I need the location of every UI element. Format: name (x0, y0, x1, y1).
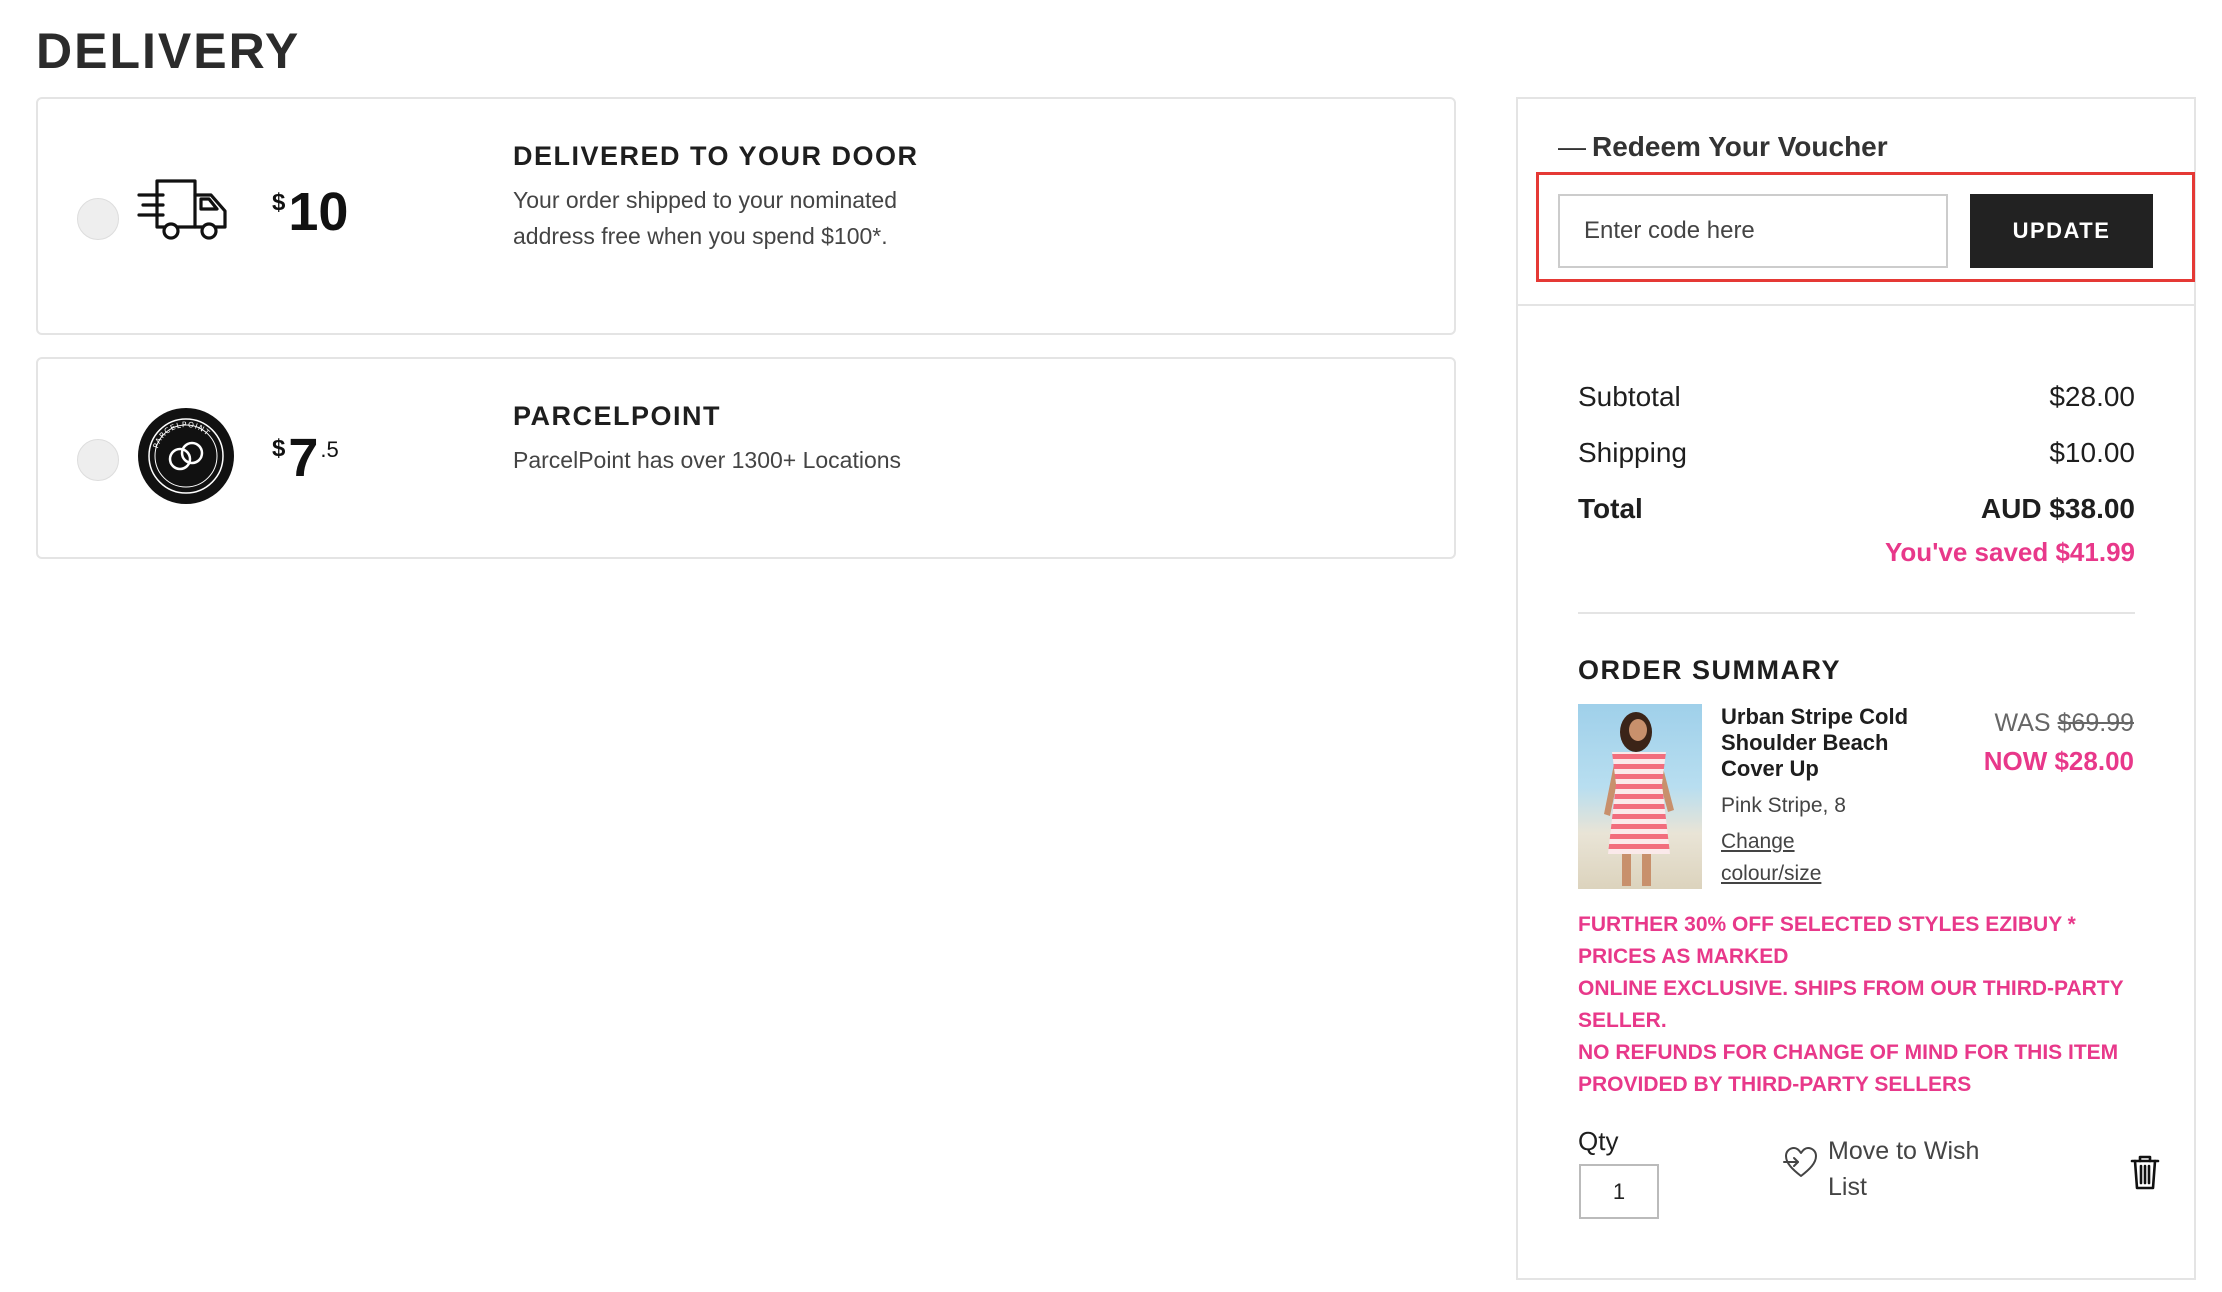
price-amount: 7 (288, 428, 319, 488)
qty-input[interactable] (1579, 1164, 1659, 1219)
delivery-option-door-radio[interactable] (77, 198, 119, 240)
delivery-option-title: PARCELPOINT (513, 401, 722, 431)
promo-messages: FURTHER 30% OFF SELECTED STYLES EZIBUY *… (1578, 909, 2138, 1101)
shipping-row: Shipping $10.00 (1578, 425, 2135, 481)
delivery-option-door-price: $10 (272, 185, 348, 239)
subtotal-value: $28.00 (2049, 381, 2135, 412)
order-sidebar: —Redeem Your Voucher UPDATE Subtotal $28… (1516, 97, 2196, 1280)
price-amount: 10 (288, 182, 349, 242)
qty-label: Qty (1578, 1126, 1619, 1156)
savings-text: You've saved $41.99 (1885, 537, 2135, 567)
was-label: WAS (1994, 709, 2051, 737)
delivery-option-parcelpoint-text: PARCELPOINT ParcelPoint has over 1300+ L… (513, 401, 933, 478)
delivery-option-parcelpoint-radio[interactable] (77, 439, 119, 481)
move-to-wishlist-button[interactable]: Move to Wish List (1782, 1133, 2003, 1205)
subtotal-label: Subtotal (1578, 381, 1681, 412)
delivery-truck-icon (137, 177, 229, 246)
total-row: Total AUD $38.00 (1578, 481, 2135, 537)
product-thumbnail[interactable] (1578, 704, 1702, 889)
promo-line: NO REFUNDS FOR CHANGE OF MIND FOR THIS I… (1578, 1041, 2119, 1096)
page-title: DELIVERY (36, 23, 301, 79)
divider (1518, 304, 2194, 306)
now-price: NOW $28.00 (1983, 746, 2134, 776)
delivery-option-parcelpoint[interactable]: PARCELPOINT $7.5 PARCELPOINT ParcelPoint… (36, 357, 1456, 559)
order-totals: Subtotal $28.00 Shipping $10.00 Total AU… (1578, 369, 2135, 568)
collapse-dash-icon: — (1558, 131, 1586, 162)
subtotal-row: Subtotal $28.00 (1578, 369, 2135, 425)
total-value: AUD $38.00 (1980, 493, 2135, 524)
heart-arrow-icon (1782, 1145, 1820, 1184)
promo-line: ONLINE EXCLUSIVE. SHIPS FROM OUR THIRD-P… (1578, 977, 2124, 1032)
checkout-page: DELIVERY $10 DELIVERED TO YOUR DOOR Your… (0, 0, 2222, 1292)
delivery-option-parcelpoint-price: $7.5 (272, 431, 339, 485)
voucher-heading[interactable]: — Redeem Your Voucher (1558, 131, 1888, 163)
order-summary-title: ORDER SUMMARY (1578, 655, 1842, 685)
currency-symbol: $ (272, 189, 286, 216)
currency-symbol: $ (272, 435, 286, 462)
delivery-option-title: DELIVERED TO YOUR DOOR (513, 141, 919, 171)
move-to-wishlist-label: Move to Wish List (1828, 1137, 1980, 1201)
parcelpoint-logo-icon: PARCELPOINT (137, 407, 235, 510)
was-price-value: $69.99 (2057, 709, 2134, 737)
was-price: WAS $69.99 (1995, 709, 2134, 738)
voucher-heading-label: Redeem Your Voucher (1592, 131, 1888, 162)
shipping-value: $10.00 (2049, 437, 2135, 468)
update-voucher-button[interactable]: UPDATE (1970, 194, 2153, 268)
delivery-option-description: Your order shipped to your nominated add… (513, 187, 898, 249)
delivery-option-door[interactable]: $10 DELIVERED TO YOUR DOOR Your order sh… (36, 97, 1456, 335)
trash-icon[interactable] (2130, 1154, 2160, 1195)
price-cents: .5 (320, 437, 339, 462)
divider (1578, 612, 2135, 614)
promo-line: FURTHER 30% OFF SELECTED STYLES EZIBUY *… (1578, 913, 2076, 968)
delivery-option-description: ParcelPoint has over 1300+ Locations (513, 447, 902, 473)
voucher-code-input[interactable] (1558, 194, 1948, 268)
total-label: Total (1578, 493, 1643, 524)
product-name[interactable]: Urban Stripe Cold Shoulder Beach Cover U… (1721, 704, 1931, 782)
shipping-label: Shipping (1578, 437, 1687, 468)
product-variant: Pink Stripe, 8 (1721, 794, 1846, 817)
change-colour-size-link[interactable]: Change colour/size (1721, 826, 1871, 890)
delivery-option-door-text: DELIVERED TO YOUR DOOR Your order shippe… (513, 141, 933, 254)
